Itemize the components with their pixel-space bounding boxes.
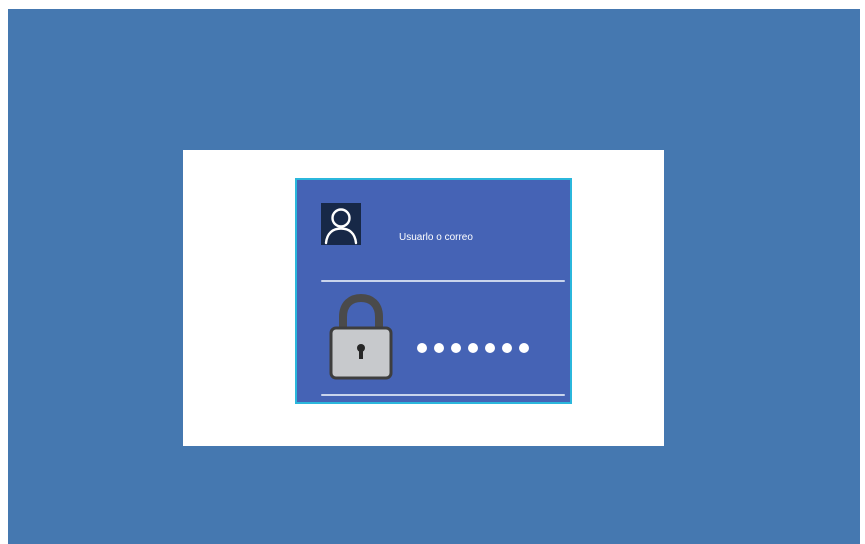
lock-icon bbox=[329, 290, 393, 380]
password-underline bbox=[321, 394, 565, 396]
illustration-frame: Usuarlo o correo bbox=[183, 150, 664, 446]
password-mask bbox=[417, 343, 529, 353]
password-dot bbox=[417, 343, 427, 353]
user-icon bbox=[321, 203, 361, 245]
password-dot bbox=[519, 343, 529, 353]
password-dot bbox=[468, 343, 478, 353]
password-dot bbox=[434, 343, 444, 353]
login-card: Usuarlo o correo bbox=[295, 178, 572, 404]
password-dot bbox=[502, 343, 512, 353]
password-dot bbox=[485, 343, 495, 353]
background: Usuarlo o correo bbox=[8, 9, 860, 544]
username-underline bbox=[321, 280, 565, 282]
username-field-label: Usuarlo o correo bbox=[399, 232, 473, 243]
password-dot bbox=[451, 343, 461, 353]
